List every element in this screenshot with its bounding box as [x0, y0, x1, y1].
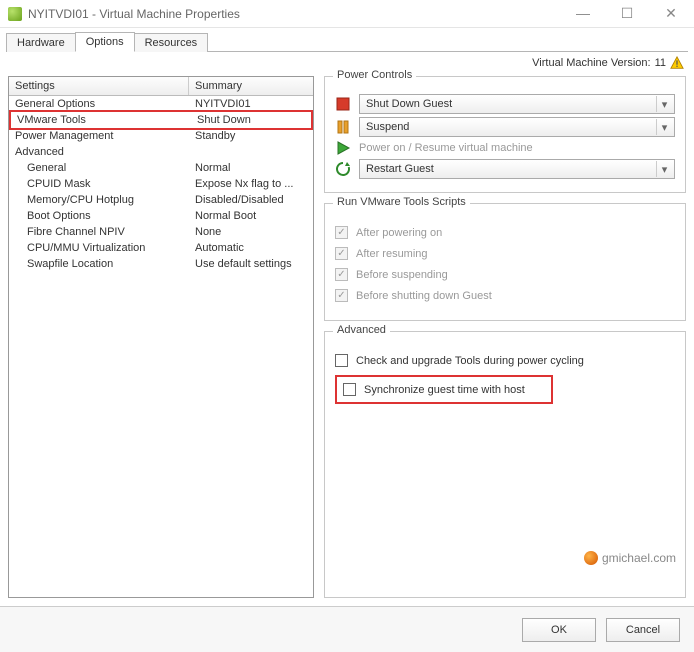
settings-row-name: CPU/MMU Virtualization: [9, 240, 189, 256]
suspend-dropdown-value: Suspend: [366, 121, 409, 133]
settings-row-summary: [189, 144, 313, 160]
checkbox-icon: ✓: [335, 226, 348, 239]
settings-row-summary: Standby: [189, 128, 313, 144]
settings-row-name: CPUID Mask: [9, 176, 189, 192]
settings-row-name: Power Management: [9, 128, 189, 144]
advanced-legend: Advanced: [333, 324, 390, 336]
tab-resources[interactable]: Resources: [134, 33, 209, 52]
settings-list: Settings Summary General OptionsNYITVDI0…: [8, 76, 314, 598]
sync-time-highlight: Synchronize guest time with host: [335, 375, 553, 404]
warning-icon: [670, 56, 684, 70]
settings-row[interactable]: VMware ToolsShut Down: [9, 110, 313, 130]
vm-version-label: Virtual Machine Version:: [532, 57, 650, 69]
script-before-suspending: ✓ Before suspending: [335, 268, 675, 281]
maximize-button[interactable]: ☐: [612, 5, 642, 22]
suspend-dropdown[interactable]: Suspend ▾: [359, 117, 675, 137]
settings-row[interactable]: GeneralNormal: [9, 160, 313, 176]
settings-row-name: Boot Options: [9, 208, 189, 224]
col-settings[interactable]: Settings: [9, 77, 189, 95]
settings-row-summary: Normal: [189, 160, 313, 176]
settings-row-name: Swapfile Location: [9, 256, 189, 272]
settings-row-name: Memory/CPU Hotplug: [9, 192, 189, 208]
minimize-button[interactable]: —: [568, 5, 598, 22]
checkbox-icon: ✓: [335, 289, 348, 302]
power-controls-group: Power Controls Shut Down Guest ▾ Suspend…: [324, 76, 686, 193]
tab-hardware[interactable]: Hardware: [6, 33, 76, 52]
settings-row-summary: Disabled/Disabled: [189, 192, 313, 208]
settings-row[interactable]: Advanced: [9, 144, 313, 160]
settings-row-summary: Normal Boot: [189, 208, 313, 224]
window-buttons: — ☐ ✕: [568, 5, 686, 22]
settings-row-summary: None: [189, 224, 313, 240]
restart-icon: [335, 161, 351, 177]
tab-bar: Hardware Options Resources: [0, 28, 694, 52]
settings-row[interactable]: Power ManagementStandby: [9, 128, 313, 144]
ok-button[interactable]: OK: [522, 618, 596, 642]
vm-version-value: 11: [655, 57, 666, 69]
window-title: NYITVDI01 - Virtual Machine Properties: [28, 7, 568, 21]
settings-row[interactable]: Boot OptionsNormal Boot: [9, 208, 313, 224]
scripts-group: Run VMware Tools Scripts ✓ After powerin…: [324, 203, 686, 321]
settings-row[interactable]: Fibre Channel NPIVNone: [9, 224, 313, 240]
stop-icon: [335, 96, 351, 112]
settings-row-name: VMware Tools: [11, 112, 191, 128]
settings-row[interactable]: CPU/MMU VirtualizationAutomatic: [9, 240, 313, 256]
titlebar: NYITVDI01 - Virtual Machine Properties —…: [0, 0, 694, 28]
checkbox-icon: ✓: [335, 247, 348, 260]
check-upgrade-tools[interactable]: Check and upgrade Tools during power cyc…: [335, 354, 675, 367]
sync-guest-time[interactable]: Synchronize guest time with host: [343, 383, 525, 396]
close-button[interactable]: ✕: [656, 5, 686, 22]
settings-row[interactable]: Swapfile LocationUse default settings: [9, 256, 313, 272]
checkbox-icon[interactable]: [343, 383, 356, 396]
settings-row-summary: Use default settings: [189, 256, 313, 272]
script-before-shutdown: ✓ Before shutting down Guest: [335, 289, 675, 302]
pause-icon: [335, 119, 351, 135]
checkbox-icon: ✓: [335, 268, 348, 281]
scripts-legend: Run VMware Tools Scripts: [333, 196, 470, 208]
settings-row[interactable]: Memory/CPU HotplugDisabled/Disabled: [9, 192, 313, 208]
settings-row-name: General: [9, 160, 189, 176]
chevron-down-icon: ▾: [656, 161, 672, 177]
settings-row-summary: Automatic: [189, 240, 313, 256]
restart-dropdown[interactable]: Restart Guest ▾: [359, 159, 675, 179]
chevron-down-icon: ▾: [656, 119, 672, 135]
settings-list-header: Settings Summary: [9, 77, 313, 96]
script-after-poweron: ✓ After powering on: [335, 226, 675, 239]
shutdown-dropdown-value: Shut Down Guest: [366, 98, 452, 110]
checkbox-icon[interactable]: [335, 354, 348, 367]
poweron-text: Power on / Resume virtual machine: [359, 142, 533, 154]
settings-row-name: Advanced: [9, 144, 189, 160]
settings-row-name: Fibre Channel NPIV: [9, 224, 189, 240]
vsphere-icon: [8, 7, 22, 21]
tab-options[interactable]: Options: [75, 32, 135, 52]
settings-row-summary: Expose Nx flag to ...: [189, 176, 313, 192]
settings-row-summary: Shut Down: [191, 112, 311, 128]
watermark: gmichael.com: [584, 551, 676, 565]
settings-rows: General OptionsNYITVDI01VMware ToolsShut…: [9, 96, 313, 597]
restart-dropdown-value: Restart Guest: [366, 163, 434, 175]
col-summary[interactable]: Summary: [189, 77, 313, 95]
watermark-text: gmichael.com: [602, 551, 676, 565]
shutdown-dropdown[interactable]: Shut Down Guest ▾: [359, 94, 675, 114]
script-after-resuming: ✓ After resuming: [335, 247, 675, 260]
watermark-icon: [584, 551, 598, 565]
cancel-button[interactable]: Cancel: [606, 618, 680, 642]
power-controls-legend: Power Controls: [333, 69, 416, 81]
dialog-footer: OK Cancel: [0, 606, 694, 652]
play-icon: [335, 140, 351, 156]
chevron-down-icon: ▾: [656, 96, 672, 112]
settings-row[interactable]: CPUID MaskExpose Nx flag to ...: [9, 176, 313, 192]
